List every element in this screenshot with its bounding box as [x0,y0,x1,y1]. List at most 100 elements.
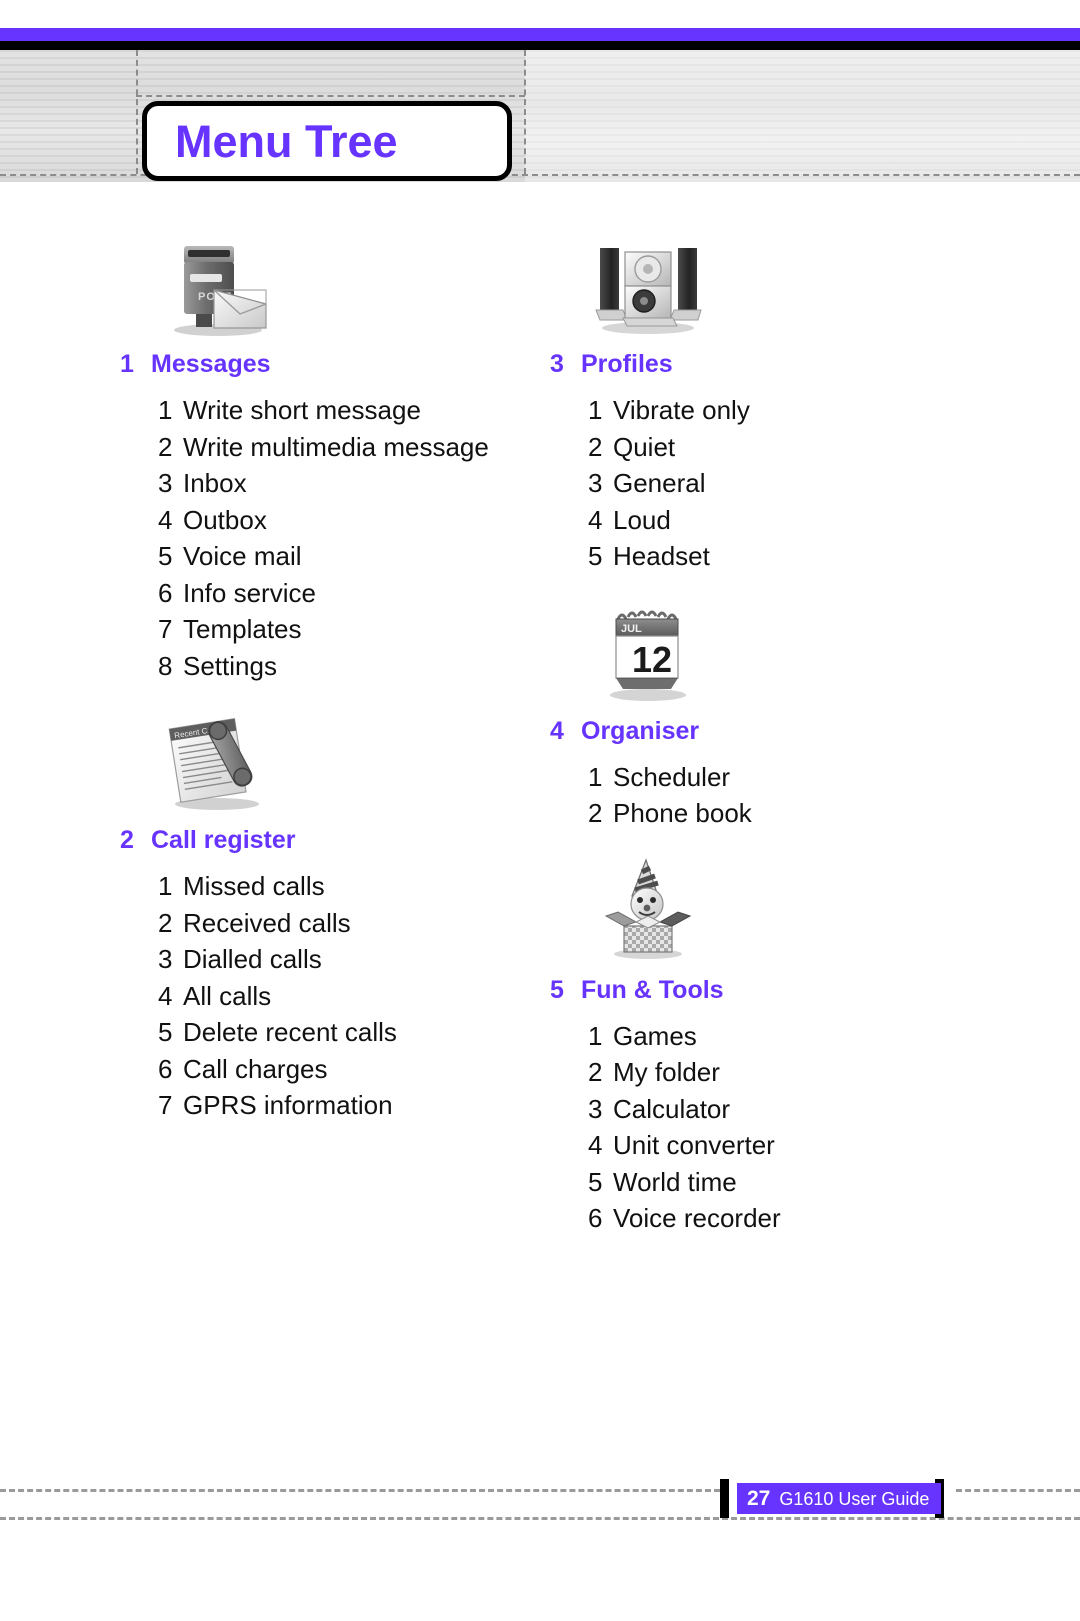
item-label: Templates [183,614,302,644]
item-number: 5 [158,541,173,571]
svg-text:12: 12 [632,639,672,680]
list-item[interactable]: 5 Voice mail [158,538,550,575]
section-label: Fun & Tools [581,975,724,1004]
item-number: 1 [588,1020,603,1051]
list-item[interactable]: 7 Templates [158,611,550,648]
mailbox-icon: POST [158,230,278,338]
list-item[interactable]: 5 World time [588,1164,980,1201]
item-number: 5 [588,541,603,571]
list-item[interactable]: 4 All calls [158,978,550,1015]
item-label: Write multimedia message [183,431,489,462]
item-label: Headset [613,541,710,571]
item-label: Unit converter [613,1130,775,1160]
section-item-list: 1 Games 2 My folder 3 Calculator 4 Unit … [550,1018,980,1237]
header-crop-mark-middle [524,50,526,174]
item-label: Settings [183,650,277,681]
section-label: Profiles [581,350,673,378]
section-item-list: 1 Vibrate only 2 Quiet 3 General 4 Loud … [550,392,980,575]
item-number: 5 [588,1166,603,1197]
item-label: Phone book [613,798,752,828]
list-item[interactable]: 6 Info service [158,575,550,612]
item-label: Voice mail [183,541,302,571]
left-column: POST 1 Messages 1 Write short message 2 [120,230,550,1124]
item-label: Info service [183,577,316,608]
item-number: 5 [158,1017,173,1047]
item-number: 6 [158,1053,173,1084]
list-item[interactable]: 1 Missed calls [158,868,550,905]
item-label: My folder [613,1057,720,1087]
item-number: 2 [158,431,173,462]
list-item[interactable]: 5 Headset [588,538,980,575]
user-guide-page: Menu Tree 1 Messages 1 Write short messa… [0,0,1080,1621]
section-organiser: JUL 12 4 Organiser 1 Scheduler 2 Phone b… [550,597,980,832]
item-label: Delete recent calls [183,1017,397,1047]
section-label: Call register [151,826,296,854]
list-item[interactable]: 7 GPRS information [158,1087,550,1124]
list-item[interactable]: 4 Outbox [158,502,550,539]
list-item[interactable]: 8 Settings [158,648,550,685]
list-item[interactable]: 1 Vibrate only [588,392,980,429]
item-label: Loud [613,504,671,535]
footer-rule-left [0,1489,720,1492]
item-number: 6 [158,577,173,608]
list-item[interactable]: 3 General [588,465,980,502]
section-number: 3 [550,350,564,378]
item-number: 1 [158,871,173,901]
section-heading: 2 Call register [120,826,550,855]
header-crop-mark-left [136,50,138,174]
list-item[interactable]: 6 Voice recorder [588,1200,980,1237]
section-label: Messages [151,350,271,378]
item-label: World time [613,1166,737,1197]
call-log-icon: Recent Call [158,706,278,814]
item-label: Write short message [183,395,421,425]
speakers-icon [588,230,708,338]
item-label: Vibrate only [613,395,750,425]
item-label: Voice recorder [613,1203,781,1233]
top-accent-bar [0,28,1080,41]
right-column: 3 Profiles 1 Vibrate only 2 Quiet 3 Gene… [550,230,980,1237]
section-label: Organiser [581,716,700,745]
item-number: 7 [158,614,173,644]
list-item[interactable]: 1 Scheduler [588,759,980,796]
item-label: All calls [183,980,272,1011]
item-label: Received calls [183,907,351,938]
footer-rule-lower [0,1517,1080,1520]
list-item[interactable]: 2 My folder [588,1054,980,1091]
list-item[interactable]: 3 Dialled calls [158,941,550,978]
item-number: 3 [588,468,603,498]
list-item[interactable]: 5 Delete recent calls [158,1014,550,1051]
section-number: 1 [120,350,134,378]
item-number: 2 [158,907,173,938]
list-item[interactable]: 6 Call charges [158,1051,550,1088]
item-number: 7 [158,1090,173,1120]
page-title: Menu Tree [175,115,398,167]
item-number: 4 [158,980,173,1011]
item-number: 3 [588,1093,603,1124]
list-item[interactable]: 3 Calculator [588,1091,980,1128]
jack-in-the-box-icon [588,856,708,964]
list-item[interactable]: 1 Games [588,1018,980,1055]
page-number: 27 [747,1487,771,1510]
list-item[interactable]: 2 Phone book [588,795,980,832]
list-item[interactable]: 2 Received calls [158,905,550,942]
item-number: 4 [158,504,173,535]
section-item-list: 1 Write short message 2 Write multimedia… [120,392,550,684]
item-label: GPRS information [183,1090,393,1120]
list-item[interactable]: 4 Loud [588,502,980,539]
item-label: Inbox [183,468,247,498]
list-item[interactable]: 2 Write multimedia message [158,429,550,466]
item-number: 1 [158,395,173,425]
list-item[interactable]: 1 Write short message [158,392,550,429]
svg-text:JUL: JUL [621,623,642,635]
item-label: Call charges [183,1053,328,1084]
item-number: 6 [588,1203,603,1233]
list-item[interactable]: 2 Quiet [588,429,980,466]
section-messages: POST 1 Messages 1 Write short message 2 [120,230,550,684]
list-item[interactable]: 4 Unit converter [588,1127,980,1164]
item-label: Scheduler [613,761,731,792]
list-item[interactable]: 3 Inbox [158,465,550,502]
item-label: Quiet [613,431,676,462]
item-label: Games [613,1020,697,1051]
page-title-plate: Menu Tree [142,101,512,181]
section-heading: 4 Organiser [550,717,980,746]
